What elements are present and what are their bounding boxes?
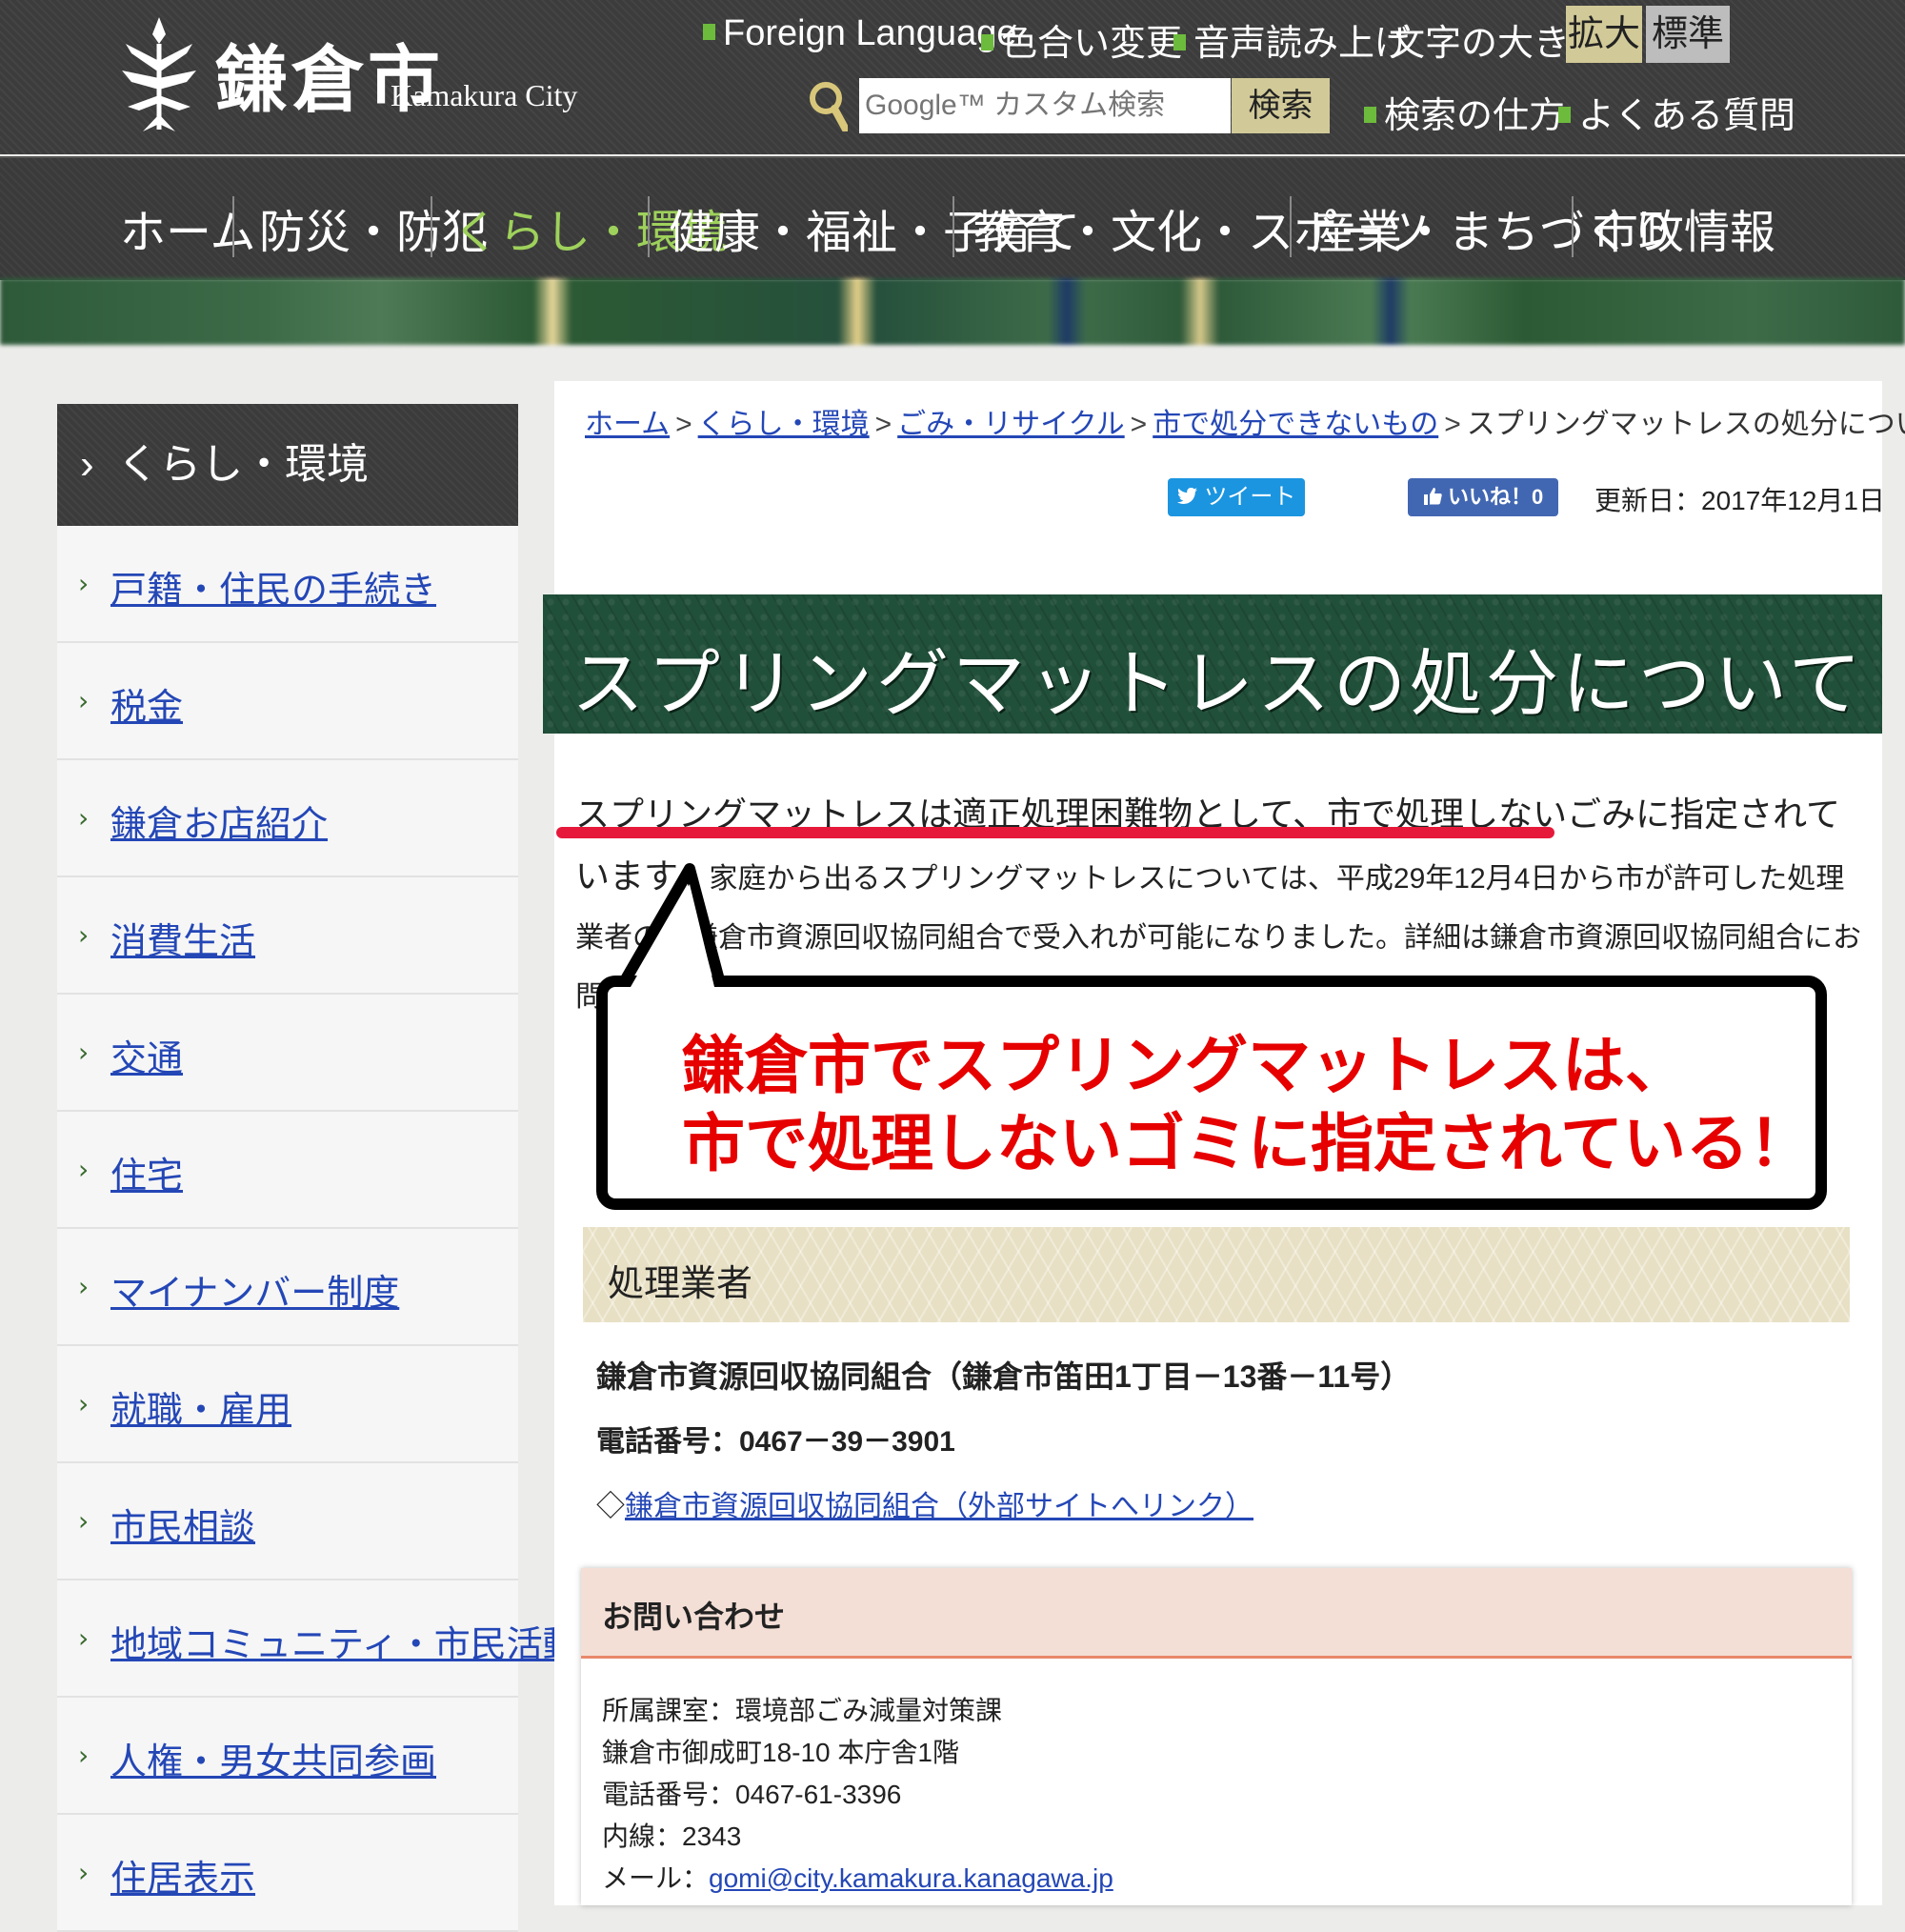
sidebar-item-shouhi[interactable]: › 消費生活 — [57, 877, 518, 995]
font-standard-button[interactable]: 標準 — [1646, 6, 1730, 63]
updated-date: 更新日：2017年12月1日 — [1594, 486, 1886, 515]
sidebar-item-juukyo[interactable]: › 住居表示 — [57, 1815, 518, 1932]
breadcrumb-shobun[interactable]: 市で処分できないもの — [1153, 409, 1438, 440]
callout-line-1: 鎌倉市でスプリングマットレスは、 — [682, 1029, 1688, 1102]
chevron-right-icon: › — [78, 919, 90, 951]
bullet-icon — [981, 34, 993, 51]
sidebar-item-community[interactable]: › 地域コミュニティ・市民活動 — [57, 1580, 579, 1698]
gnav-divider — [1572, 196, 1574, 257]
contact-mail-link[interactable]: gomi@city.kamakura.kanagawa.jp — [709, 1863, 1113, 1893]
thumbs-up-icon — [1423, 488, 1442, 506]
facebook-like-button[interactable]: いいね！0 — [1408, 478, 1558, 516]
chevron-right-icon: › — [78, 1154, 90, 1185]
highlight-underline — [556, 827, 1554, 838]
contact-box: お問い合わせ 所属課室：環境部ごみ減量対策課 鎌倉市御成町18-10 本庁舎1階… — [581, 1568, 1852, 1905]
foreign-language-link[interactable]: Foreign Language — [703, 13, 1016, 54]
business-tel: 電話番号：0467－39－3901 — [596, 1426, 955, 1458]
search-input[interactable] — [859, 78, 1231, 133]
sidebar-item-koseki[interactable]: › 戸籍・住民の手続き — [57, 526, 518, 643]
chevron-right-icon: › — [78, 1505, 90, 1537]
sidebar-item-shuushoku[interactable]: › 就職・雇用 — [57, 1346, 518, 1463]
gnav-item-home[interactable]: ホーム — [120, 194, 256, 261]
sidebar-item-jinken[interactable]: › 人権・男女共同参画 — [57, 1698, 518, 1815]
chevron-right-icon: › — [78, 1857, 90, 1888]
decorative-banner — [0, 278, 1905, 345]
business-name: 鎌倉市資源回収協同組合（鎌倉市笛田1丁目－13番－11号） — [596, 1359, 1412, 1394]
chevron-right-icon: › — [78, 1388, 90, 1419]
bullet-icon — [703, 24, 715, 41]
magnifier-icon — [810, 82, 848, 131]
gnav-divider — [1290, 196, 1292, 257]
voice-read-link[interactable]: 音声読み上げ — [1173, 13, 1411, 66]
section-heading-box: 処理業者 — [583, 1227, 1850, 1322]
breadcrumb-current: スプリングマットレスの処分について — [1466, 409, 1905, 440]
chevron-right-icon: › — [78, 1036, 90, 1068]
sidebar-heading[interactable]: › くらし・環境 — [57, 404, 518, 526]
tweet-button[interactable]: ツイート — [1168, 478, 1305, 516]
bullet-icon — [1173, 34, 1186, 51]
contact-mail-row: メール：gomi@city.kamakura.kanagawa.jp — [602, 1863, 1113, 1893]
contact-address: 鎌倉市御成町18-10 本庁舎1階 — [602, 1738, 959, 1767]
breadcrumb-gomi[interactable]: ごみ・リサイクル — [897, 409, 1125, 440]
contact-heading-bar: お問い合わせ — [581, 1568, 1852, 1659]
faq-link[interactable]: よくある質問 — [1558, 86, 1795, 138]
sidebar-item-koutsuu[interactable]: › 交通 — [57, 995, 518, 1112]
gnav-divider — [952, 196, 954, 257]
gnav-item-shisei[interactable]: 市政情報 — [1593, 194, 1775, 261]
sidebar-item-omise[interactable]: › 鎌倉お店紹介 — [57, 760, 518, 877]
breadcrumb: ホーム > くらし・環境 > ごみ・リサイクル > 市で処分できないもの > スプリングマットレ… — [585, 400, 1905, 442]
section-heading: 処理業者 — [608, 1264, 753, 1304]
breadcrumb-kurashi[interactable]: くらし・環境 — [698, 409, 870, 440]
search-howto-link[interactable]: 検索の仕方 — [1364, 86, 1565, 138]
gnav-divider — [232, 196, 234, 257]
chevron-right-icon: › — [78, 1622, 90, 1654]
sidebar-item-juutaku[interactable]: › 住宅 — [57, 1112, 518, 1229]
sidebar-item-zeikin[interactable]: › 税金 — [57, 643, 518, 760]
contact-ext: 内線：2343 — [602, 1821, 742, 1851]
lead-paragraph: スプリングマットレスは適正処理困難物として、市で処理しないごみに指定されています… — [575, 785, 1871, 1027]
global-nav: ホーム 防災・防犯 くらし・環境 健康・福祉・子育て 教育・文化・スポーツ 産業… — [0, 156, 1905, 280]
lead-rest: 家庭から出るスプリングマットレスについては、平成29年12月4日から市が許可した… — [575, 863, 1861, 1013]
gnav-divider — [648, 196, 650, 257]
chevron-right-icon: › — [78, 802, 90, 834]
bullet-icon — [1558, 107, 1571, 124]
business-link-row: ◇鎌倉市資源回収協同組合（外部サイトへリンク） — [596, 1491, 1253, 1522]
sidebar-item-mynumber[interactable]: › マイナンバー制度 — [57, 1229, 518, 1346]
contact-tel: 電話番号：0467-61-3396 — [602, 1780, 902, 1809]
contact-dept: 所属課室：環境部ごみ減量対策課 — [602, 1696, 1003, 1725]
font-enlarge-button[interactable]: 拡大 — [1566, 6, 1642, 63]
callout-line-2: 市で処理しないゴミに指定されている！ — [682, 1107, 1813, 1180]
sidebar: › くらし・環境 › 戸籍・住民の手続き › 税金 › 鎌倉お店紹介 › 消費生活 › 交… — [57, 404, 579, 1932]
chevron-right-icon: › — [78, 1271, 90, 1302]
breadcrumb-home[interactable]: ホーム — [585, 409, 670, 440]
city-emblem-icon — [122, 17, 196, 131]
callout-text: 鎌倉市でスプリングマットレスは、 市で処理しないゴミに指定されている！ — [682, 1027, 1812, 1183]
contact-heading: お問い合わせ — [602, 1600, 786, 1634]
gnav-divider — [431, 196, 432, 257]
chevron-right-icon: › — [78, 1740, 90, 1771]
color-change-link[interactable]: 色合い変更 — [981, 13, 1182, 66]
site-logo-subtitle: Kamakura City — [391, 78, 578, 112]
search-button[interactable]: 検索 — [1232, 78, 1330, 133]
business-external-link[interactable]: 鎌倉市資源回収協同組合（外部サイトへリンク） — [625, 1491, 1253, 1522]
bullet-icon — [1364, 107, 1376, 124]
chevron-right-icon: › — [78, 685, 90, 716]
site-header: 鎌倉市 Kamakura City Foreign Language 色合い変更… — [0, 0, 1905, 154]
page-title: スプリングマットレスの処分について — [572, 644, 1865, 725]
sidebar-item-soudan[interactable]: › 市民相談 — [57, 1463, 518, 1580]
twitter-bird-icon — [1176, 487, 1197, 504]
chevron-right-icon: › — [78, 568, 90, 599]
